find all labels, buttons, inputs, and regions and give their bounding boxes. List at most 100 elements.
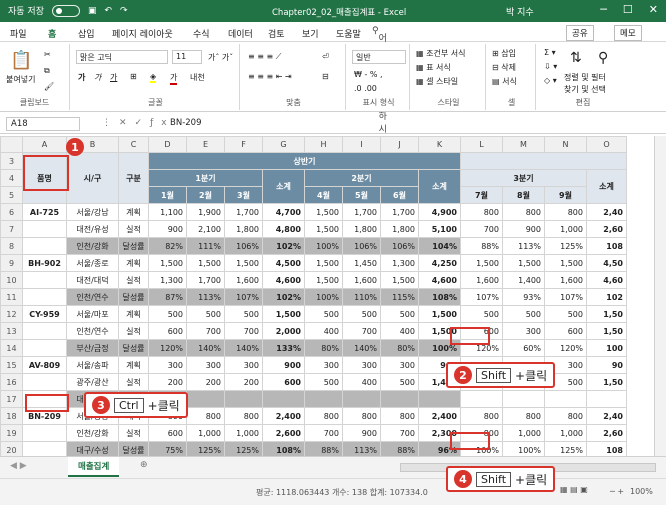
cell-value[interactable]: 102% (262, 288, 305, 306)
cell-value[interactable]: 2,60 (586, 220, 627, 238)
cell-value[interactable]: 1,800 (224, 220, 263, 238)
cell-value[interactable]: 110% (342, 288, 381, 306)
header-month[interactable]: 1월 (148, 186, 187, 204)
zoom-level[interactable]: 100% (630, 487, 653, 496)
autosave-toggle[interactable] (51, 4, 80, 17)
cell-code[interactable] (22, 237, 67, 255)
cell-value[interactable]: 102% (262, 237, 305, 255)
cell-value[interactable]: 4,800 (262, 220, 305, 238)
cell-region[interactable]: 서울/마포 (66, 305, 119, 323)
cell-code[interactable] (22, 339, 67, 357)
column-header[interactable]: J (380, 136, 419, 153)
cell-value[interactable]: 1,500 (304, 203, 343, 221)
number-format-select[interactable]: 일반 (352, 50, 406, 64)
cell-value[interactable]: 800 (186, 407, 225, 425)
cell-value[interactable]: 4,900 (418, 203, 461, 221)
cell-value[interactable] (262, 390, 305, 408)
cell-value[interactable]: 100% (304, 288, 343, 306)
tab-data[interactable]: 데이터 (228, 27, 253, 40)
align-left-icon[interactable]: ≡ ≡ ≡ ⇤ ⇥ (248, 72, 292, 81)
sheet-nav-icon[interactable]: ◀ ▶ (10, 461, 27, 471)
cell-value[interactable]: 300 (186, 356, 225, 374)
cell-value[interactable]: 2,600 (262, 424, 305, 442)
column-header[interactable]: G (262, 136, 305, 153)
cell-value[interactable]: 1,500 (544, 254, 587, 272)
cell-value[interactable]: 400 (380, 322, 419, 340)
cell-value[interactable]: 800 (224, 407, 263, 425)
cell-value[interactable] (460, 390, 503, 408)
cell-value[interactable]: 2,60 (586, 424, 627, 442)
cell-value[interactable]: 88% (460, 237, 503, 255)
cell-value[interactable]: 60% (502, 339, 545, 357)
cell-value[interactable]: 200 (148, 373, 187, 391)
cell-region[interactable]: 대전/유성 (66, 220, 119, 238)
italic-button[interactable]: 가 (94, 72, 101, 83)
cell-value[interactable]: 600 (262, 373, 305, 391)
cell-type[interactable]: 실적 (118, 373, 149, 391)
cell-value[interactable]: 1,500 (460, 254, 503, 272)
tab-review[interactable]: 검토 (268, 27, 285, 40)
cell-value[interactable]: 800 (544, 203, 587, 221)
cell-value[interactable]: 1,500 (418, 305, 461, 323)
cell-value[interactable]: 800 (342, 407, 381, 425)
cell-code[interactable] (22, 271, 67, 289)
cell-code[interactable] (22, 424, 67, 442)
column-header[interactable]: A (22, 136, 67, 153)
cell-region[interactable]: 광주/광산 (66, 373, 119, 391)
column-header[interactable]: H (304, 136, 343, 153)
cell-style-button[interactable]: ▦ 셀 스타일 (416, 76, 458, 87)
cell-value[interactable]: 1,300 (380, 254, 419, 272)
header-month[interactable]: 6월 (380, 186, 419, 204)
cell-type[interactable]: 계획 (118, 254, 149, 272)
cell-value[interactable]: 800 (502, 407, 545, 425)
sort-filter-button[interactable]: 정렬 및 필터 (564, 72, 606, 83)
cell-value[interactable]: 1,500 (224, 254, 263, 272)
cell-value[interactable]: 108% (262, 441, 305, 456)
cell-value[interactable]: 133% (262, 339, 305, 357)
cell-value[interactable]: 500 (460, 305, 503, 323)
header-month[interactable]: 3월 (224, 186, 263, 204)
cell-value[interactable]: 2,40 (586, 407, 627, 425)
cell-value[interactable]: 800 (502, 203, 545, 221)
maximize-icon[interactable]: ☐ (623, 3, 633, 16)
cell-value[interactable]: 300 (224, 356, 263, 374)
underline-button[interactable]: 가 (110, 72, 117, 83)
column-header[interactable]: I (342, 136, 381, 153)
header-month[interactable]: 4월 (304, 186, 343, 204)
vertical-scrollbar[interactable] (654, 136, 666, 456)
cell-value[interactable]: 300 (502, 322, 545, 340)
sort-filter-icon[interactable]: ⇅ (570, 50, 582, 66)
cell-value[interactable]: 90 (586, 356, 627, 374)
align-top-icon[interactable]: ≡ ≡ ≡ ⟋ (248, 52, 281, 62)
cell-value[interactable]: 106% (342, 237, 381, 255)
find-select-icon[interactable]: ⚲ (598, 50, 608, 66)
format-cells-button[interactable]: ▤ 서식 (492, 76, 517, 87)
column-header[interactable]: M (502, 136, 545, 153)
column-header[interactable]: F (224, 136, 263, 153)
header-subtotal[interactable]: 소계 (586, 169, 627, 204)
cell-value[interactable]: 500 (304, 305, 343, 323)
font-grow-icon[interactable]: 가ˆ 가ˇ (208, 52, 233, 63)
cell-value[interactable]: 111% (186, 237, 225, 255)
cell-value[interactable]: 1,500 (148, 254, 187, 272)
zoom-slider[interactable]: ─ + (610, 487, 624, 496)
cell-value[interactable]: 1,450 (342, 254, 381, 272)
undo-icon[interactable]: ↶ (105, 6, 113, 16)
cell-region[interactable]: 서울/송파 (66, 356, 119, 374)
phonetic-icon[interactable]: 내천 (190, 72, 205, 83)
find-select-button[interactable]: 찾기 및 선택 (564, 84, 606, 95)
cell-value[interactable]: 500 (186, 305, 225, 323)
cell-type[interactable]: 계획 (118, 203, 149, 221)
cell-value[interactable]: 113% (502, 237, 545, 255)
cell-value[interactable]: 2,100 (186, 220, 225, 238)
header-q1[interactable]: 1분기 (148, 169, 263, 187)
cell-type[interactable]: 달성률 (118, 237, 149, 255)
cell-value[interactable]: 500 (502, 305, 545, 323)
cell-value[interactable]: 1,000 (224, 424, 263, 442)
header-month[interactable]: 8월 (502, 186, 545, 204)
cell-value[interactable]: 100% (304, 237, 343, 255)
row-header[interactable]: 16 (0, 373, 23, 391)
insert-cells-button[interactable]: ⊞ 삽입 (492, 48, 516, 59)
cell-value[interactable]: 1,000 (544, 220, 587, 238)
cell-value[interactable]: 115% (380, 288, 419, 306)
